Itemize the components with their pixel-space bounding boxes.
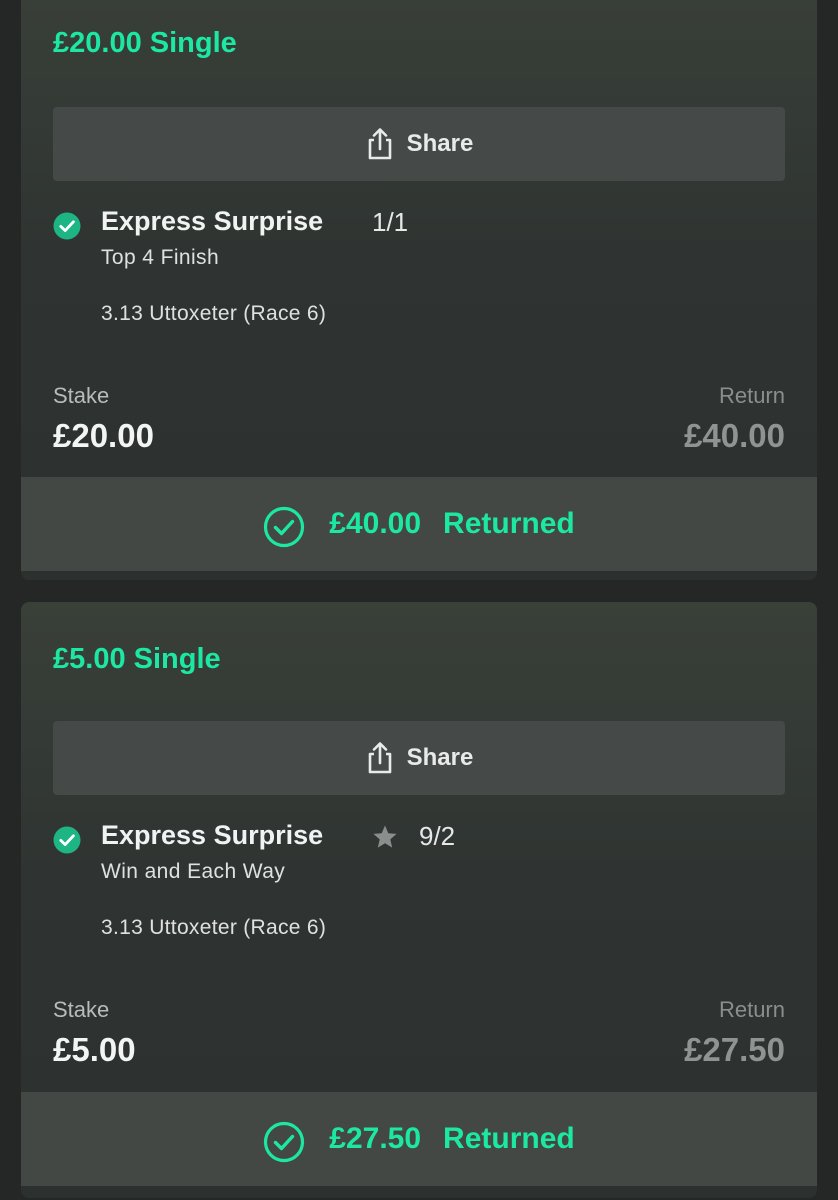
market-name: Win and Each Way [101, 860, 286, 883]
returned-amount: £27.50 [329, 1122, 422, 1155]
return-label: Return [718, 383, 785, 408]
odds: 9/2 [419, 821, 456, 851]
share-label: Share [406, 744, 474, 771]
returned-label: Returned [443, 1122, 575, 1155]
stake-value: £5.00 [53, 1031, 136, 1068]
return-label: Return [718, 997, 785, 1022]
event-name: 3.13 Uttoxeter (Race 6) [101, 916, 327, 939]
selection: Express Surprise 1/1 Top 4 Finish 3.13 U… [53, 206, 785, 346]
check-circle-outline-icon [264, 506, 305, 548]
selection: Express Surprise 9/2 Win and Each Way 3.… [53, 820, 785, 960]
returned-label: Returned [443, 507, 575, 540]
share-icon [368, 742, 391, 774]
bet-card: £5.00 Single Share Express Surprise 9/2 … [21, 602, 817, 1198]
returned-amount: £40.00 [329, 507, 422, 540]
odds: 1/1 [372, 207, 409, 237]
stake-label: Stake [53, 997, 110, 1022]
share-label: Share [406, 130, 474, 157]
bet-title: £5.00 Single [53, 643, 221, 675]
check-circle-icon [53, 826, 81, 854]
check-circle-icon [53, 212, 81, 240]
star-icon [373, 825, 397, 848]
stake-value: £20.00 [53, 417, 154, 454]
check-circle-outline-icon [264, 1121, 305, 1163]
stake-label: Stake [53, 383, 110, 408]
bet-card: £20.00 Single Share Express Surprise 1/1… [21, 0, 817, 580]
returned-banner: £27.50 Returned [21, 1092, 817, 1186]
share-icon [368, 128, 391, 160]
bet-title: £20.00 Single [53, 27, 237, 59]
share-button[interactable]: Share [53, 107, 785, 181]
event-name: 3.13 Uttoxeter (Race 6) [101, 302, 327, 325]
return-value: £40.00 [684, 417, 785, 454]
share-button[interactable]: Share [53, 721, 785, 795]
return-value: £27.50 [684, 1031, 785, 1068]
runner-name: Express Surprise [101, 820, 324, 850]
market-name: Top 4 Finish [101, 246, 220, 269]
returned-banner: £40.00 Returned [21, 477, 817, 571]
runner-name: Express Surprise [101, 206, 324, 236]
